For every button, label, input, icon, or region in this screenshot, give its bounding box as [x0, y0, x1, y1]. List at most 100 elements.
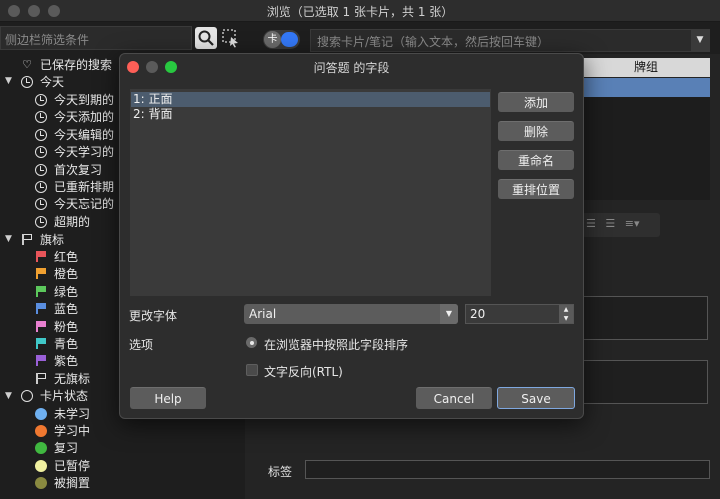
change-font-label: 更改字体: [129, 309, 178, 323]
sidebar-item-flags[interactable]: 旗标: [20, 231, 64, 248]
fields-dialog: 问答题 的字段 1: 正面 2: 背面 添加 删除 重命名 重排位置 更改字体 …: [119, 53, 584, 419]
back-field-editor[interactable]: [582, 360, 708, 404]
delete-field-button[interactable]: 删除: [498, 121, 574, 141]
list-icon[interactable]: ☰: [586, 217, 596, 230]
cards-notes-toggle[interactable]: 卡: [263, 30, 300, 49]
sidebar-item-rescheduled[interactable]: 已重新排期: [34, 178, 114, 195]
card-table: [582, 97, 710, 200]
tags-input[interactable]: [305, 460, 710, 479]
window-title: 浏览（已选取 1 张卡片，共 1 张）: [266, 5, 454, 19]
chevron-down-icon[interactable]: ▼: [691, 30, 709, 51]
search-placeholder: 搜索卡片/笔记（输入文本，然后按回车键）: [317, 35, 550, 49]
cancel-button[interactable]: Cancel: [416, 387, 492, 409]
clock-icon: [34, 128, 48, 142]
window-titlebar: 浏览（已选取 1 张卡片，共 1 张）: [0, 0, 720, 22]
green-dot-icon: [34, 441, 48, 455]
sidebar-item-added-today[interactable]: 今天添加的: [34, 108, 114, 125]
sidebar-item-overdue[interactable]: 超期的: [34, 213, 90, 230]
sidebar-item-label: 今天学习的: [54, 145, 115, 159]
sidebar-item-forgotten-today[interactable]: 今天忘记的: [34, 195, 114, 212]
list-item[interactable]: 1: 正面: [131, 92, 490, 107]
blue-dot-icon: [34, 407, 48, 421]
sidebar-item-label: 未学习: [54, 407, 91, 421]
list-item[interactable]: 2: 背面: [131, 107, 490, 122]
sidebar-item-due-today[interactable]: 今天到期的: [34, 91, 114, 108]
stepper-arrows-icon[interactable]: ▲ ▼: [559, 305, 573, 323]
rtl-label: 文字反向(RTL): [264, 365, 343, 379]
clock-icon: [34, 145, 48, 159]
sidebar-item-state-buried[interactable]: 被搁置: [34, 474, 90, 491]
deck-column-header[interactable]: 牌组: [582, 58, 710, 77]
help-button[interactable]: Help: [130, 387, 206, 409]
sidebar-item-flag-turquoise[interactable]: 青色: [34, 335, 78, 352]
flag-outline-icon: [34, 372, 48, 386]
sidebar-item-label: 已重新排期: [54, 180, 115, 194]
sidebar-item-label: 首次复习: [54, 163, 103, 177]
chevron-down-icon[interactable]: ▼: [5, 391, 12, 401]
sidebar-item-flag-green[interactable]: 绿色: [34, 283, 78, 300]
sidebar-item-label: 绿色: [54, 285, 79, 299]
front-field-editor[interactable]: [582, 296, 708, 340]
selection-tool-icon[interactable]: [221, 28, 241, 48]
rtl-checkbox[interactable]: [246, 364, 258, 376]
sidebar-filter-input[interactable]: 侧边栏筛选条件: [0, 26, 192, 50]
sidebar-item-studied-today[interactable]: 今天学习的: [34, 143, 114, 160]
flag-icon: [20, 233, 34, 247]
options-label: 选项: [129, 338, 154, 352]
sidebar-item-label: 学习中: [54, 424, 91, 438]
font-size-stepper[interactable]: 20 ▲ ▼: [465, 304, 574, 324]
search-icon[interactable]: [195, 27, 217, 49]
ordered-list-icon[interactable]: ☰: [605, 217, 615, 230]
orange-flag-icon: [34, 267, 48, 281]
sidebar-item-label: 已暂停: [54, 459, 91, 473]
clock-icon: [34, 197, 48, 211]
blue-flag-icon: [34, 302, 48, 316]
chevron-down-icon[interactable]: ▼: [440, 304, 458, 324]
sidebar-item-saved-searches[interactable]: ♡ 已保存的搜索: [20, 56, 112, 73]
sidebar-item-state-new[interactable]: 未学习: [34, 405, 90, 422]
formatting-toolbar[interactable]: ☰ ☰ ≡▾: [582, 213, 660, 237]
add-field-button[interactable]: 添加: [498, 92, 574, 112]
sidebar-item-label: 卡片状态: [40, 389, 89, 403]
table-row[interactable]: [582, 78, 710, 97]
save-button[interactable]: Save: [497, 387, 575, 409]
sidebar-item-today[interactable]: 今天: [20, 73, 64, 90]
clock-icon: [34, 163, 48, 177]
sidebar-item-flag-pink[interactable]: 粉色: [34, 318, 78, 335]
chevron-down-icon[interactable]: ▼: [5, 76, 12, 86]
sidebar-item-state-suspended[interactable]: 已暂停: [34, 457, 90, 474]
sidebar-item-flag-purple[interactable]: 紫色: [34, 352, 78, 369]
sidebar-item-no-flag[interactable]: 无旗标: [34, 370, 90, 387]
sidebar-item-flag-blue[interactable]: 蓝色: [34, 300, 78, 317]
reorder-field-button[interactable]: 重排位置: [498, 179, 574, 199]
pink-flag-icon: [34, 320, 48, 334]
sidebar-item-edited-today[interactable]: 今天编辑的: [34, 126, 114, 143]
sort-field-label: 在浏览器中按照此字段排序: [264, 338, 409, 352]
fields-list[interactable]: 1: 正面 2: 背面: [130, 89, 491, 296]
sidebar-item-flag-red[interactable]: 红色: [34, 248, 78, 265]
align-icon[interactable]: ≡▾: [625, 217, 640, 230]
sidebar-item-label: 青色: [54, 337, 79, 351]
sidebar-item-flag-orange[interactable]: 橙色: [34, 265, 78, 282]
sidebar-item-label: 橙色: [54, 267, 79, 281]
sidebar-item-label: 无旗标: [54, 372, 91, 386]
clock-icon: [34, 93, 48, 107]
search-input[interactable]: 搜索卡片/笔记（输入文本，然后按回车键） ▼: [310, 29, 710, 52]
sidebar-item-state-review[interactable]: 复习: [34, 439, 78, 456]
chevron-down-icon[interactable]: ▼: [5, 234, 12, 244]
font-select[interactable]: Arial ▼: [244, 304, 458, 324]
font-value: Arial: [249, 307, 277, 321]
sidebar-item-card-state[interactable]: 卡片状态: [20, 387, 88, 404]
circle-outline-icon: [20, 389, 34, 403]
sidebar-item-first-review[interactable]: 首次复习: [34, 161, 102, 178]
sidebar-item-label: 今天编辑的: [54, 128, 115, 142]
font-size-value: 20: [470, 307, 486, 321]
sort-field-radio[interactable]: [246, 337, 257, 348]
sidebar-item-label: 复习: [54, 441, 79, 455]
rename-field-button[interactable]: 重命名: [498, 150, 574, 170]
sidebar-item-label: 超期的: [54, 215, 91, 229]
olive-dot-icon: [34, 476, 48, 490]
green-flag-icon: [34, 285, 48, 299]
clock-icon: [34, 215, 48, 229]
sidebar-item-state-learning[interactable]: 学习中: [34, 422, 90, 439]
